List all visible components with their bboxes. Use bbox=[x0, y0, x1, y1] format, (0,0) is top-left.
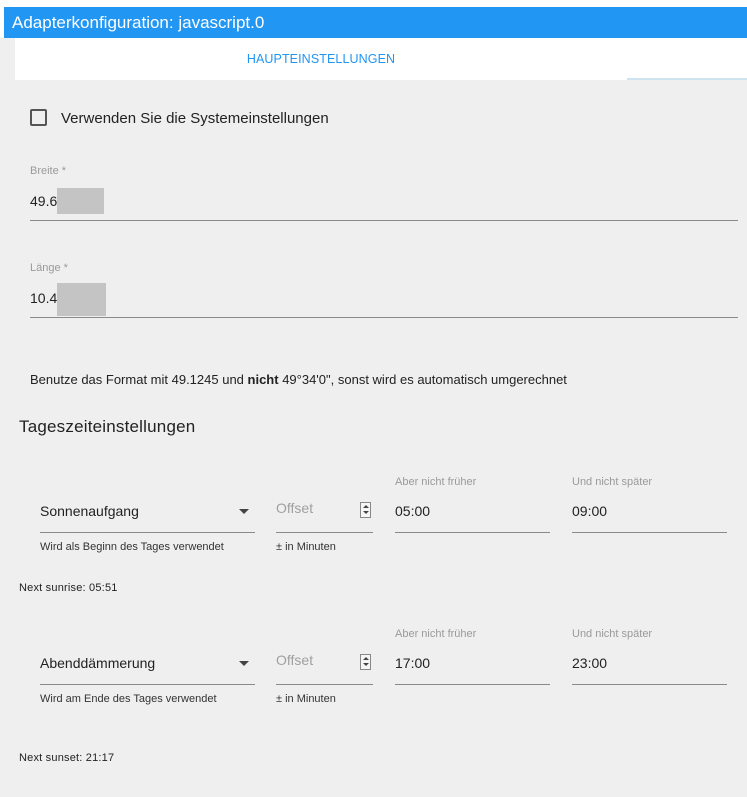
sunrise-not-later-label: Und nicht später bbox=[572, 476, 653, 488]
sunset-not-later-underline bbox=[572, 684, 727, 685]
chevron-down-icon[interactable] bbox=[239, 661, 249, 666]
format-hint-bold: nicht bbox=[247, 372, 279, 387]
tab-indicator bbox=[627, 78, 747, 80]
format-hint-part1: Benutze das Format mit 49.1245 und bbox=[30, 372, 248, 387]
sunrise-not-earlier-input[interactable]: 05:00 bbox=[395, 503, 430, 519]
stepper-up-icon[interactable] bbox=[363, 505, 369, 508]
sunrise-select-underline bbox=[40, 532, 255, 533]
longitude-redaction bbox=[57, 283, 106, 316]
sunrise-select[interactable]: Sonnenaufgang bbox=[40, 503, 139, 519]
sunset-select[interactable]: Abenddämmerung bbox=[40, 655, 155, 671]
format-hint: Benutze das Format mit 49.1245 und nicht… bbox=[30, 372, 567, 387]
sunset-not-earlier-input[interactable]: 17:00 bbox=[395, 655, 430, 671]
latitude-redaction bbox=[57, 188, 104, 214]
next-sunset-text: Next sunset: 21:17 bbox=[19, 752, 115, 764]
sunset-select-underline bbox=[40, 684, 255, 685]
latitude-underline bbox=[30, 220, 738, 221]
section-title: Tageszeiteinstellungen bbox=[19, 417, 196, 436]
sunrise-not-later-underline bbox=[572, 532, 727, 533]
stepper-up-icon[interactable] bbox=[363, 657, 369, 660]
sunrise-not-later-input[interactable]: 09:00 bbox=[572, 503, 607, 519]
stepper-down-icon[interactable] bbox=[363, 663, 369, 666]
longitude-input[interactable]: 10.4 bbox=[30, 290, 57, 306]
sunrise-offset-stepper[interactable] bbox=[360, 502, 371, 518]
tab-main-settings[interactable]: HAUPTEINSTELLUNGEN bbox=[15, 38, 627, 80]
sunrise-offset-helper: ± in Minuten bbox=[276, 541, 336, 553]
sunrise-not-earlier-label: Aber nicht früher bbox=[395, 476, 477, 488]
sunset-not-earlier-label: Aber nicht früher bbox=[395, 628, 477, 640]
sunset-offset-stepper[interactable] bbox=[360, 654, 371, 670]
longitude-underline bbox=[30, 317, 738, 318]
sunset-not-later-label: Und nicht später bbox=[572, 628, 653, 640]
sunrise-not-earlier-underline bbox=[395, 532, 550, 533]
sunrise-select-helper: Wird als Beginn des Tages verwendet bbox=[40, 541, 224, 553]
latitude-input[interactable]: 49.6 bbox=[30, 193, 57, 209]
config-panel: HAUPTEINSTELLUNGEN Verwenden Sie die Sys… bbox=[0, 38, 747, 797]
chevron-down-icon[interactable] bbox=[239, 509, 249, 514]
longitude-label: Länge * bbox=[30, 262, 68, 274]
next-sunrise-text: Next sunrise: 05:51 bbox=[19, 582, 118, 594]
sunset-not-later-input[interactable]: 23:00 bbox=[572, 655, 607, 671]
sunset-offset-underline bbox=[276, 684, 373, 685]
latitude-label: Breite * bbox=[30, 165, 67, 177]
sunrise-offset-underline bbox=[276, 532, 373, 533]
stepper-down-icon[interactable] bbox=[363, 511, 369, 514]
system-settings-checkbox[interactable] bbox=[30, 109, 47, 126]
window-title: Adapterkonfiguration: javascript.0 bbox=[4, 7, 747, 38]
sunset-not-earlier-underline bbox=[395, 684, 550, 685]
sunset-offset-input[interactable]: Offset bbox=[276, 652, 313, 668]
sunset-select-helper: Wird am Ende des Tages verwendet bbox=[40, 693, 217, 705]
system-settings-label[interactable]: Verwenden Sie die Systemeinstellungen bbox=[61, 110, 329, 127]
format-hint-part2: 49°34'0", sonst wird es automatisch umge… bbox=[278, 372, 567, 387]
sunrise-offset-input[interactable]: Offset bbox=[276, 500, 313, 516]
tab-bar: HAUPTEINSTELLUNGEN bbox=[15, 38, 747, 80]
sunset-offset-helper: ± in Minuten bbox=[276, 693, 336, 705]
